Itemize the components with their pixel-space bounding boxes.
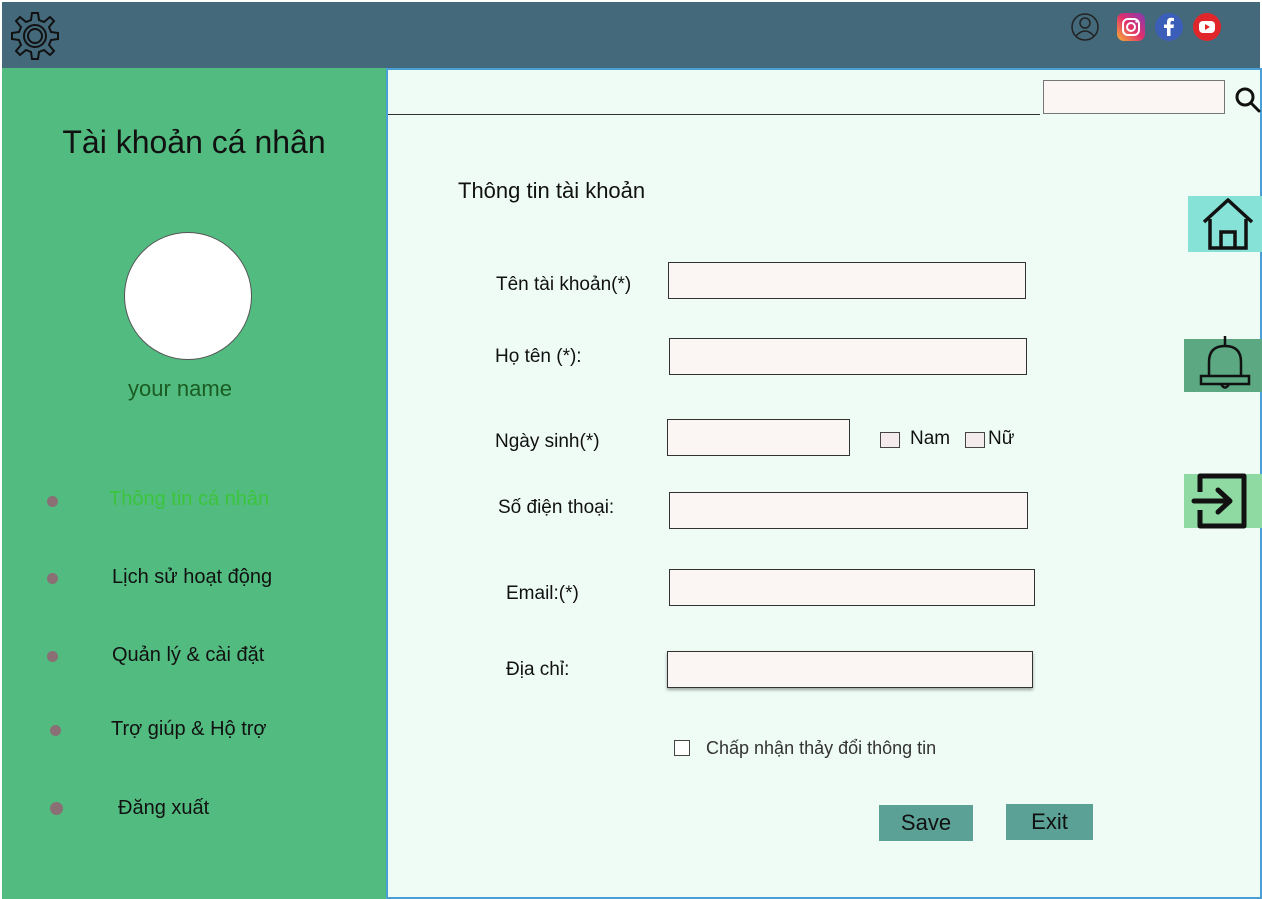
facebook-icon[interactable] xyxy=(1154,12,1184,42)
fullname-label: Họ tên (*): xyxy=(495,346,582,367)
main-panel: Thông tin tài khoản Tên tài khoản(*) Họ … xyxy=(386,68,1262,899)
birthday-label: Ngày sinh(*) xyxy=(495,431,600,452)
bell-icon[interactable] xyxy=(1184,336,1262,396)
user-profile-icon[interactable] xyxy=(1070,12,1100,42)
youtube-icon[interactable] xyxy=(1192,12,1222,42)
gender-female-checkbox[interactable] xyxy=(965,432,985,448)
gender-female-label: Nữ xyxy=(988,428,1015,449)
sidebar: Tài khoản cá nhân your name Thông tin cá… xyxy=(2,68,386,899)
email-label: Email:(*) xyxy=(506,583,579,604)
logout-icon[interactable] xyxy=(1184,472,1262,530)
username-field[interactable] xyxy=(668,262,1026,299)
search-icon[interactable] xyxy=(1234,86,1262,114)
bullet-dot xyxy=(47,651,58,662)
sidebar-item-label: Quản lý & cài đặt xyxy=(112,644,265,666)
home-icon[interactable] xyxy=(1188,194,1262,252)
bullet-dot xyxy=(50,725,61,736)
settings-gear-icon[interactable] xyxy=(6,10,62,66)
phone-field[interactable] xyxy=(669,492,1028,529)
username: your name xyxy=(128,376,232,401)
sidebar-item-label: Lịch sử hoạt động xyxy=(112,566,273,588)
avatar[interactable] xyxy=(124,232,252,360)
save-button[interactable]: Save xyxy=(879,805,973,841)
gender-male-label: Nam xyxy=(910,428,951,449)
sidebar-item-label: Đăng xuất xyxy=(118,797,210,819)
bullet-dot xyxy=(47,573,58,584)
sidebar-item-activity-history[interactable]: Lịch sử hoạt động xyxy=(2,564,386,594)
instagram-icon[interactable] xyxy=(1116,12,1146,42)
address-label: Địa chỉ: xyxy=(506,659,570,680)
sidebar-item-logout[interactable]: Đăng xuất xyxy=(2,795,386,825)
address-field[interactable] xyxy=(667,651,1033,688)
sidebar-item-settings[interactable]: Quản lý & cài đặt xyxy=(2,642,386,672)
accept-changes-checkbox[interactable] xyxy=(674,740,690,756)
email-field[interactable] xyxy=(669,569,1035,606)
accept-changes-label: Chấp nhận thảy đổi thông tin xyxy=(706,738,937,758)
exit-button[interactable]: Exit xyxy=(1006,804,1093,840)
divider xyxy=(388,114,1040,115)
sidebar-title: Tài khoản cá nhân xyxy=(62,124,326,160)
sidebar-item-label: Thông tin cá nhân xyxy=(109,488,270,510)
bullet-dot xyxy=(50,802,63,815)
top-bar xyxy=(2,2,1260,68)
sidebar-item-label: Trợ giúp & Hộ trợ xyxy=(111,718,267,740)
bullet-dot xyxy=(47,496,58,507)
form-title: Thông tin tài khoản xyxy=(458,178,646,203)
fullname-field[interactable] xyxy=(669,338,1027,375)
sidebar-item-help[interactable]: Trợ giúp & Hộ trợ xyxy=(2,716,386,746)
gender-male-checkbox[interactable] xyxy=(880,432,900,448)
birthday-field[interactable] xyxy=(667,419,850,456)
username-label: Tên tài khoản(*) xyxy=(496,274,632,295)
phone-label: Số điện thoại: xyxy=(498,497,615,518)
sidebar-item-personal-info[interactable]: Thông tin cá nhân xyxy=(2,486,386,516)
search-input[interactable] xyxy=(1043,80,1225,114)
